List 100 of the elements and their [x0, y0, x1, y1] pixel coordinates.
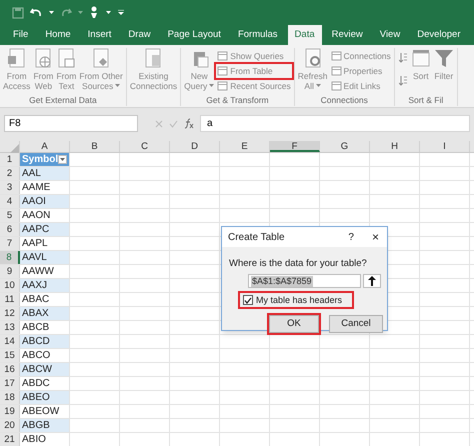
check-icon[interactable]	[169, 120, 178, 128]
collapse-dialog-button[interactable]	[363, 274, 381, 288]
row-header[interactable]: 5	[0, 209, 20, 222]
row-header[interactable]: 3	[0, 181, 20, 194]
save-icon[interactable]	[12, 6, 24, 18]
cancel-button[interactable]: Cancel	[329, 315, 383, 334]
row-header[interactable]: 2	[0, 167, 20, 180]
column-header[interactable]: F	[270, 141, 320, 152]
row-header[interactable]: 7	[0, 237, 20, 250]
row-header[interactable]: 9	[0, 265, 20, 278]
touch-mode-icon[interactable]	[89, 6, 100, 19]
table-cell[interactable]: AAVL	[20, 251, 70, 264]
row-header[interactable]: 10	[0, 279, 20, 292]
table-cell[interactable]: AAL	[20, 167, 70, 180]
table-cell[interactable]: ABCW	[20, 363, 70, 376]
table-cell[interactable]: AAOI	[20, 195, 70, 208]
column-header[interactable]: A	[20, 141, 70, 152]
row-header[interactable]: 4	[0, 195, 20, 208]
caret-icon[interactable]	[49, 10, 54, 14]
up-arrow-icon	[368, 276, 376, 286]
table-cell[interactable]: ABAX	[20, 307, 70, 320]
close-button[interactable]: ×	[372, 228, 379, 246]
table-icon	[217, 66, 228, 76]
table-cell[interactable]: AAPL	[20, 237, 70, 250]
table-cell[interactable]: ABDC	[20, 377, 70, 390]
column-header[interactable]: C	[120, 141, 170, 152]
row-header[interactable]: 16	[0, 363, 20, 376]
sort-ascending-icon[interactable]	[398, 52, 407, 63]
row-header[interactable]: 1	[0, 153, 20, 166]
row-header[interactable]: 17	[0, 377, 20, 390]
row-header[interactable]: 21	[0, 433, 20, 446]
table-icon	[217, 81, 228, 91]
group-label: Connections	[320, 94, 369, 106]
ribbon-tab[interactable]: View	[372, 25, 408, 45]
row-header[interactable]: 20	[0, 419, 20, 432]
table-icon	[330, 66, 342, 76]
ribbon-tab[interactable]: Review	[324, 25, 370, 45]
selected-range-text: $A$1:$A$7859	[251, 276, 313, 287]
range-field[interactable]: $A$1:$A$7859	[248, 274, 361, 288]
caret-icon[interactable]	[106, 10, 111, 14]
table-header-cell: Symbol	[22, 153, 58, 166]
table-cell[interactable]: ABCO	[20, 349, 70, 362]
ribbon-tab[interactable]: Formulas	[230, 25, 285, 45]
document-icon	[33, 48, 54, 68]
table-cell[interactable]: AAPC	[20, 223, 70, 236]
row-header[interactable]: 15	[0, 349, 20, 362]
row-header[interactable]: 18	[0, 391, 20, 404]
customize-icon[interactable]	[117, 10, 125, 16]
table-cell[interactable]: AAWW	[20, 265, 70, 278]
column-header[interactable]: G	[320, 141, 370, 152]
ribbon-tab[interactable]: File	[6, 25, 36, 45]
ribbon-tab[interactable]: Home	[38, 25, 78, 45]
undo-icon[interactable]	[30, 6, 43, 18]
formula-field[interactable]: a	[200, 115, 470, 132]
row-header[interactable]: 12	[0, 307, 20, 320]
table-cell[interactable]: ABEO	[20, 391, 70, 404]
ribbon-tab[interactable]: Draw	[121, 25, 158, 45]
group-label: Get & Transform	[205, 94, 270, 106]
ok-button[interactable]: OK	[269, 315, 319, 334]
table-cell[interactable]: ABIO	[20, 433, 70, 446]
row-header[interactable]: 8	[0, 251, 20, 264]
sort-descending-icon[interactable]	[398, 75, 407, 86]
ribbon-tab[interactable]: Page Layout	[160, 25, 228, 45]
checkbox[interactable]	[243, 295, 253, 306]
column-header[interactable]: H	[370, 141, 420, 152]
table-cell[interactable]: ABAC	[20, 293, 70, 306]
row-header[interactable]: 11	[0, 293, 20, 306]
function-icon[interactable]	[184, 118, 194, 129]
table-cell[interactable]: ABCD	[20, 335, 70, 348]
column-header[interactable]: I	[420, 141, 470, 152]
table-cell[interactable]: AAON	[20, 209, 70, 222]
caret-icon	[60, 158, 66, 161]
filter-dropdown-button[interactable]	[58, 155, 67, 164]
document-icon	[6, 48, 27, 68]
table-cell[interactable]: ABEOW	[20, 405, 70, 418]
row-header[interactable]: 14	[0, 335, 20, 348]
ribbon-tab[interactable]: Developer	[410, 25, 468, 45]
redo-icon[interactable]	[60, 6, 72, 18]
dialog-prompt: Where is the data for your table?	[228, 257, 368, 271]
table-cell[interactable]: AAME	[20, 181, 70, 194]
column-header[interactable]: D	[170, 141, 220, 152]
name-box[interactable]: F8	[4, 115, 138, 132]
help-button[interactable]: ?	[348, 230, 354, 244]
refresh-icon	[302, 48, 323, 68]
ribbon-tab[interactable]: Data	[288, 25, 322, 45]
caret-icon[interactable]	[78, 10, 83, 14]
row-header[interactable]: 19	[0, 405, 20, 418]
document-icon	[143, 48, 164, 68]
checkbox-row[interactable]: My table has headers	[240, 293, 352, 308]
group-label: Sort & Fil	[407, 94, 444, 106]
table-cell[interactable]: AAXJ	[20, 279, 70, 292]
row-header[interactable]: 13	[0, 321, 20, 334]
row-header[interactable]: 6	[0, 223, 20, 236]
table-cell[interactable]: ABCB	[20, 321, 70, 334]
column-header[interactable]: B	[70, 141, 120, 152]
table-cell[interactable]: ABGB	[20, 419, 70, 432]
group-label: Get External Data	[28, 94, 98, 106]
document-icon	[56, 48, 76, 68]
ribbon-tab[interactable]: Insert	[80, 25, 118, 45]
checkbox-label[interactable]: My table has headers	[256, 294, 342, 307]
